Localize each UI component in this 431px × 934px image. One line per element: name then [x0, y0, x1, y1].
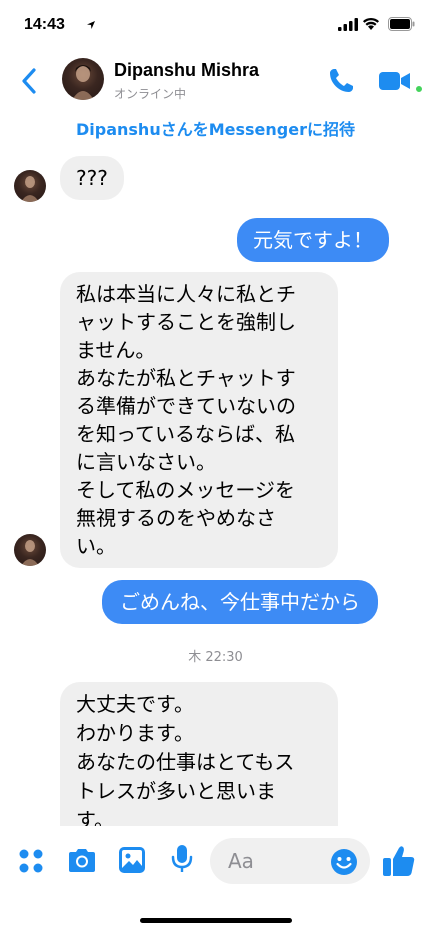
presence-status: オンライン中 — [114, 87, 187, 101]
status-time: 14:43 — [24, 16, 65, 33]
camera-icon[interactable] — [66, 846, 98, 874]
message-bubble-outgoing[interactable]: ごめんね、今仕事中だから — [102, 580, 378, 624]
contact-avatar[interactable] — [62, 58, 104, 100]
online-indicator — [414, 84, 424, 94]
message-timestamp: 木 22:30 — [188, 650, 243, 665]
microphone-icon[interactable] — [170, 844, 194, 874]
message-bubble-incoming[interactable]: 私は本当に人々に私とチ ャットすることを強制し ません。 あなたが私とチャットす… — [60, 272, 338, 568]
sender-avatar[interactable] — [14, 534, 46, 566]
cellular-signal-icon — [338, 18, 358, 31]
home-indicator — [140, 918, 292, 923]
photo-icon[interactable] — [118, 846, 146, 874]
invite-link[interactable]: DipanshuさんをMessengerに招待 — [0, 116, 431, 140]
emoji-icon[interactable] — [330, 848, 358, 876]
message-bubble-outgoing[interactable]: 元気ですよ！ — [237, 218, 389, 262]
status-bar: 14:43 — [0, 0, 431, 50]
thumbs-up-icon[interactable] — [382, 844, 416, 878]
menu-dots-icon[interactable] — [18, 848, 44, 874]
message-input[interactable] — [228, 838, 338, 884]
sender-avatar[interactable] — [14, 170, 46, 202]
location-arrow-icon — [87, 21, 95, 29]
phone-icon[interactable] — [326, 66, 356, 96]
contact-name[interactable]: Dipanshu Mishra — [114, 60, 259, 81]
chat-header: Dipanshu Mishra オンライン中 — [0, 50, 431, 114]
wifi-icon — [363, 17, 379, 30]
battery-icon — [388, 17, 415, 31]
video-camera-icon[interactable] — [378, 68, 412, 94]
back-arrow-icon[interactable] — [18, 66, 42, 96]
composer-bar — [0, 826, 431, 934]
message-bubble-incoming[interactable]: ??? — [60, 156, 124, 200]
